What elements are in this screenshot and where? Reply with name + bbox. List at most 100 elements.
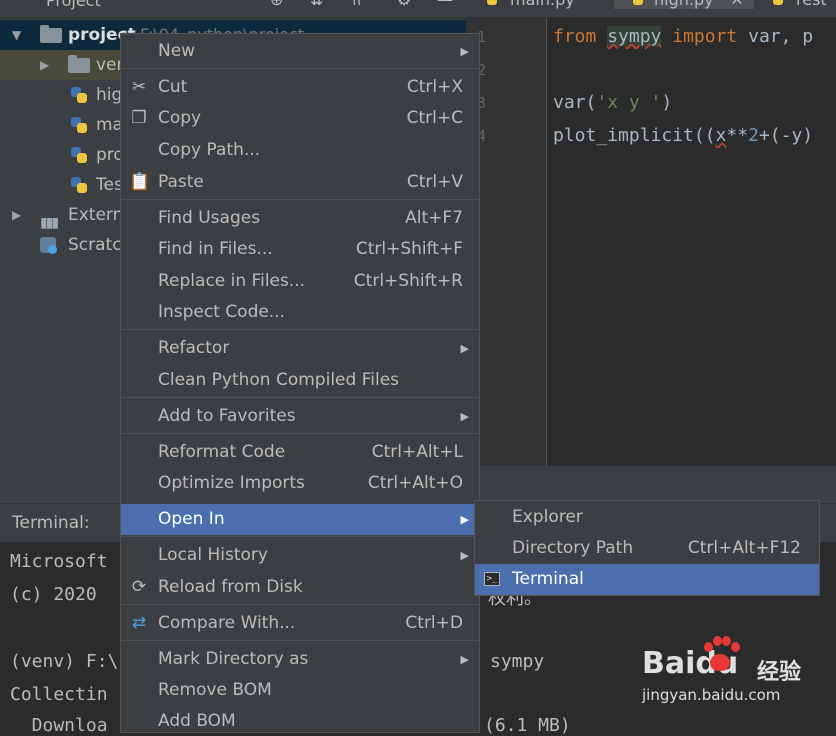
submenu-item-shortcut: Ctrl+Alt+F12: [687, 538, 801, 558]
menu-item-new[interactable]: New ▶: [121, 36, 479, 67]
menu-item-remove-bom[interactable]: Remove BOM: [121, 675, 479, 706]
submenu-item-label: Terminal: [512, 569, 584, 589]
terminal-title: Terminal:: [12, 513, 90, 533]
expand-all-icon[interactable]: ⇊: [310, 0, 323, 9]
menu-item-copy-path[interactable]: Copy Path...: [121, 135, 479, 166]
submenu-item-explorer[interactable]: Explorer: [475, 502, 819, 533]
menu-item-find-in-files[interactable]: Find in Files... Ctrl+Shift+F: [121, 234, 479, 265]
scratches-icon: [40, 237, 57, 254]
copy-icon: ❐: [131, 108, 147, 128]
menu-item-label: Mark Directory as: [158, 649, 309, 669]
scissors-icon: ✂: [131, 77, 147, 97]
project-pane-title[interactable]: Project: [46, 0, 101, 10]
menu-item-find-usages[interactable]: Find Usages Alt+F7: [121, 203, 479, 234]
folder-icon: [40, 25, 62, 43]
menu-item-shortcut: Ctrl+Alt+O: [367, 473, 463, 493]
menu-item-shortcut: Ctrl+C: [406, 108, 463, 128]
gear-icon[interactable]: ⚙: [397, 0, 411, 9]
tab-label: high.py: [654, 0, 714, 9]
menu-item-replace-in-files[interactable]: Replace in Files... Ctrl+Shift+R: [121, 266, 479, 297]
compare-icon: ⇄: [131, 613, 147, 633]
menu-item-shortcut: Ctrl+Alt+L: [371, 442, 463, 462]
menu-item-label: Paste: [158, 172, 204, 192]
chevron-right-icon[interactable]: ▶: [40, 50, 49, 80]
menu-item-shortcut: Alt+F7: [405, 208, 463, 228]
chevron-down-icon[interactable]: ▼: [12, 20, 21, 50]
menu-item-label: Compare With...: [158, 613, 296, 633]
code-line-1: from sympy import var, p: [553, 26, 813, 47]
code-token: 2: [748, 125, 759, 146]
menu-item-paste[interactable]: 📋 Paste Ctrl+V: [121, 167, 479, 198]
tab-label: rest: [796, 0, 827, 9]
collapse-all-icon[interactable]: ⇈: [350, 0, 363, 9]
terminal-line: Collectin: [10, 684, 108, 705]
locate-icon[interactable]: ⊕: [270, 0, 283, 9]
menu-item-add-to-favorites[interactable]: Add to Favorites ▶: [121, 401, 479, 432]
submenu-arrow-icon: ▶: [460, 342, 469, 355]
code-token: x: [715, 125, 727, 146]
tab-main-py[interactable]: main.py: [480, 0, 575, 9]
hide-icon[interactable]: —: [437, 0, 453, 9]
clipboard-icon: 📋: [129, 172, 151, 192]
menu-item-reload-from-disk[interactable]: ⟳ Reload from Disk: [121, 572, 479, 603]
chevron-right-icon[interactable]: ▶: [12, 200, 21, 230]
menu-item-label: Clean Python Compiled Files: [158, 370, 400, 390]
menu-separator: [121, 68, 479, 69]
terminal-line: (c) 2020: [10, 584, 97, 605]
menu-item-label: Copy Path...: [158, 140, 261, 160]
code-line-4: plot_implicit((x**2+(-y): [553, 125, 813, 146]
menu-item-refactor[interactable]: Refactor ▶: [121, 333, 479, 364]
submenu-item-directory-path[interactable]: Directory Path Ctrl+Alt+F12: [475, 533, 819, 564]
menu-item-label: Add BOM: [158, 711, 236, 731]
folder-icon: [68, 55, 90, 73]
project-pane-header: Project ⊕ ⇊ ⇈ ⚙ —: [0, 0, 466, 19]
reload-icon: ⟳: [131, 577, 147, 597]
menu-item-reformat-code[interactable]: Reformat Code Ctrl+Alt+L: [121, 437, 479, 468]
submenu-arrow-icon: ▶: [460, 45, 469, 58]
menu-separator: [121, 604, 479, 605]
code-line-3: var('x y '): [553, 92, 672, 113]
submenu-item-terminal[interactable]: >_ Terminal: [475, 564, 819, 595]
menu-item-label: Local History: [158, 545, 268, 565]
code-token: var(: [553, 92, 597, 113]
watermark-url: jingyan.baidu.com: [642, 686, 781, 704]
python-file-icon: [70, 116, 88, 134]
terminal-line: Microsoft: [10, 551, 108, 572]
terminal-line: Downloa: [10, 715, 108, 736]
menu-item-label: Refactor: [158, 338, 230, 358]
menu-item-add-bom[interactable]: Add BOM: [121, 706, 479, 732]
menu-item-local-history[interactable]: Local History ▶: [121, 540, 479, 571]
code-editor[interactable]: from sympy import var, p var('x y ') plo…: [547, 18, 836, 466]
code-token: from: [553, 26, 597, 47]
submenu-arrow-icon: ▶: [460, 410, 469, 423]
menu-item-label: Cut: [158, 77, 188, 97]
menu-item-optimize-imports[interactable]: Optimize Imports Ctrl+Alt+O: [121, 468, 479, 499]
menu-item-mark-directory[interactable]: Mark Directory as ▶: [121, 644, 479, 675]
menu-item-label: Find in Files...: [158, 239, 273, 259]
menu-item-shortcut: Ctrl+X: [406, 77, 463, 97]
menu-item-label: Open In: [158, 509, 225, 529]
menu-item-label: Inspect Code...: [158, 302, 286, 322]
editor-breadcrumb-strip: [466, 466, 836, 503]
menu-item-inspect-code[interactable]: Inspect Code...: [121, 297, 479, 328]
code-token: import: [672, 26, 738, 47]
menu-item-clean-compiled[interactable]: Clean Python Compiled Files: [121, 365, 479, 396]
tab-high-py[interactable]: high.py ✕: [614, 0, 754, 9]
tab-rest[interactable]: rest: [766, 0, 827, 9]
code-token: **: [726, 125, 749, 146]
menu-item-shortcut: Ctrl+D: [405, 613, 463, 633]
menu-item-cut[interactable]: ✂ Cut Ctrl+X: [121, 72, 479, 103]
menu-item-copy[interactable]: ❐ Copy Ctrl+C: [121, 103, 479, 134]
menu-separator: [121, 199, 479, 200]
submenu-arrow-icon: ▶: [460, 653, 469, 666]
menu-item-label: Reformat Code: [158, 442, 286, 462]
menu-item-compare-with[interactable]: ⇄ Compare With... Ctrl+D: [121, 608, 479, 639]
menu-item-open-in[interactable]: Open In ▶: [121, 504, 479, 535]
menu-item-label: Add to Favorites: [158, 406, 296, 426]
menu-item-shortcut: Ctrl+V: [406, 172, 463, 192]
close-icon[interactable]: ✕: [730, 0, 743, 9]
menu-separator: [121, 397, 479, 398]
menu-item-label: New: [158, 41, 196, 61]
code-token: var, p: [748, 26, 814, 47]
menu-item-label: Find Usages: [158, 208, 261, 228]
